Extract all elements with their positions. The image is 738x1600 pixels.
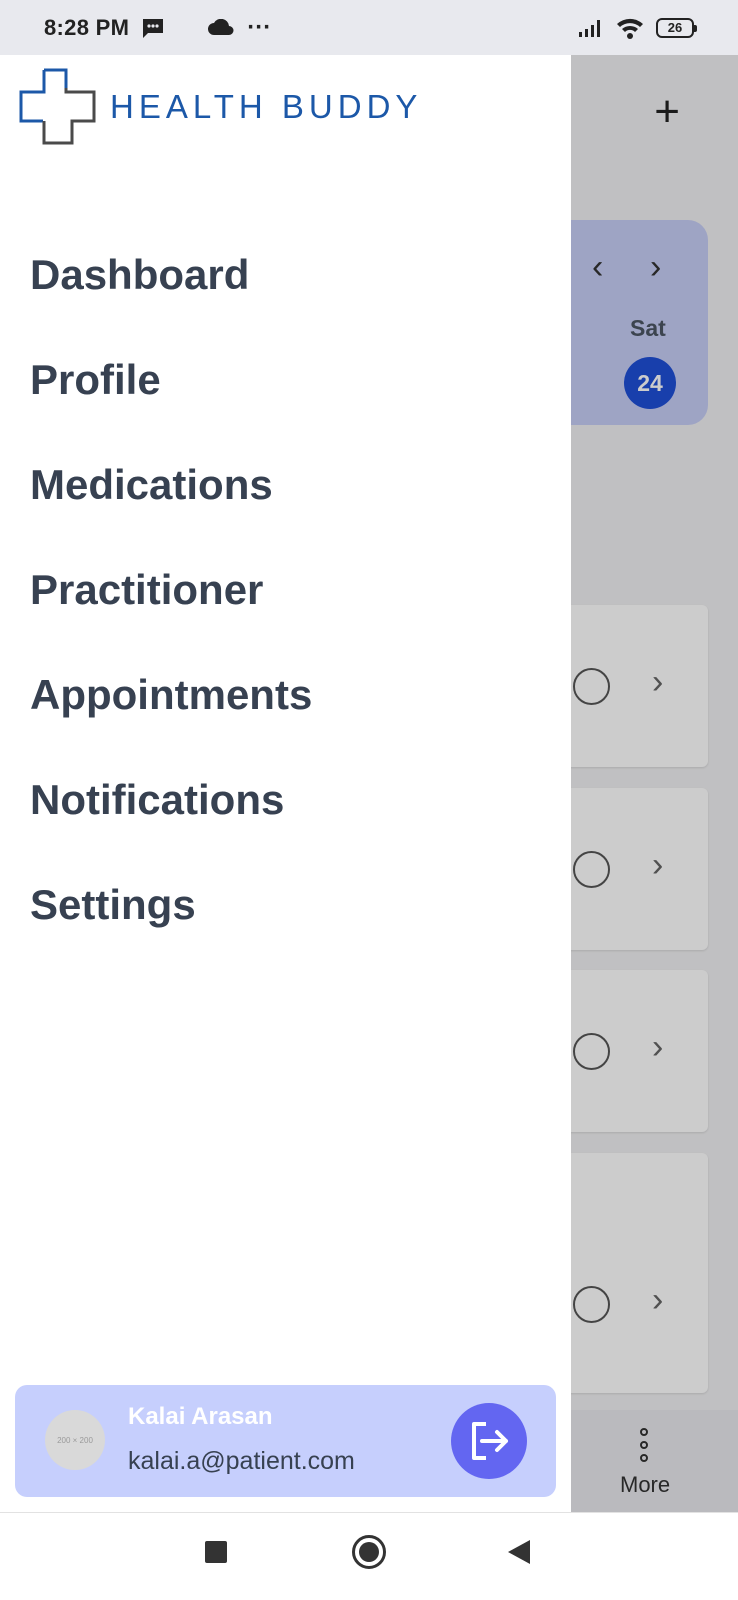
brand-name: HEALTH BUDDY [110,88,423,125]
more-notifications-icon: ··· [247,13,272,41]
app-logo: HEALTH BUDDY [18,67,422,147]
battery-icon: 26 [656,17,697,38]
menu-item-profile[interactable]: Profile [30,350,312,455]
home-button[interactable] [352,1535,386,1569]
status-bar: 8:28 PM ··· 26 [0,0,738,55]
screen: 8:28 PM ··· 26 + ‹ › Sat 24 › › › › More… [0,0,738,1600]
avatar: 200 × 200 [45,1410,105,1470]
menu-item-notifications[interactable]: Notifications [30,770,312,875]
recents-button[interactable] [205,1541,227,1563]
status-time: 8:28 PM [44,14,130,40]
signal-icon [579,19,600,37]
status-right: 26 [578,17,697,39]
user-name: Kalai Arasan [128,1403,273,1430]
logout-icon [472,1422,508,1460]
logout-button[interactable] [451,1403,527,1479]
status-left: 8:28 PM ··· [44,14,271,42]
menu-item-appointments[interactable]: Appointments [30,665,312,770]
menu-item-settings[interactable]: Settings [30,875,312,980]
cloud-icon [208,18,234,35]
menu-item-practitioner[interactable]: Practitioner [30,560,312,665]
menu-item-dashboard[interactable]: Dashboard [30,245,312,350]
drawer-menu: Dashboard Profile Medications Practition… [30,245,312,980]
user-email: kalai.a@patient.com [128,1447,355,1475]
message-icon [143,18,164,38]
navigation-drawer: HEALTH BUDDY Dashboard Profile Medicatio… [0,55,571,1512]
menu-item-medications[interactable]: Medications [30,455,312,560]
user-card: 200 × 200 Kalai Arasan kalai.a@patient.c… [15,1385,556,1497]
system-navigation-bar [0,1512,738,1600]
back-button[interactable] [508,1540,530,1564]
health-cross-icon [19,68,96,145]
wifi-icon [617,18,643,39]
